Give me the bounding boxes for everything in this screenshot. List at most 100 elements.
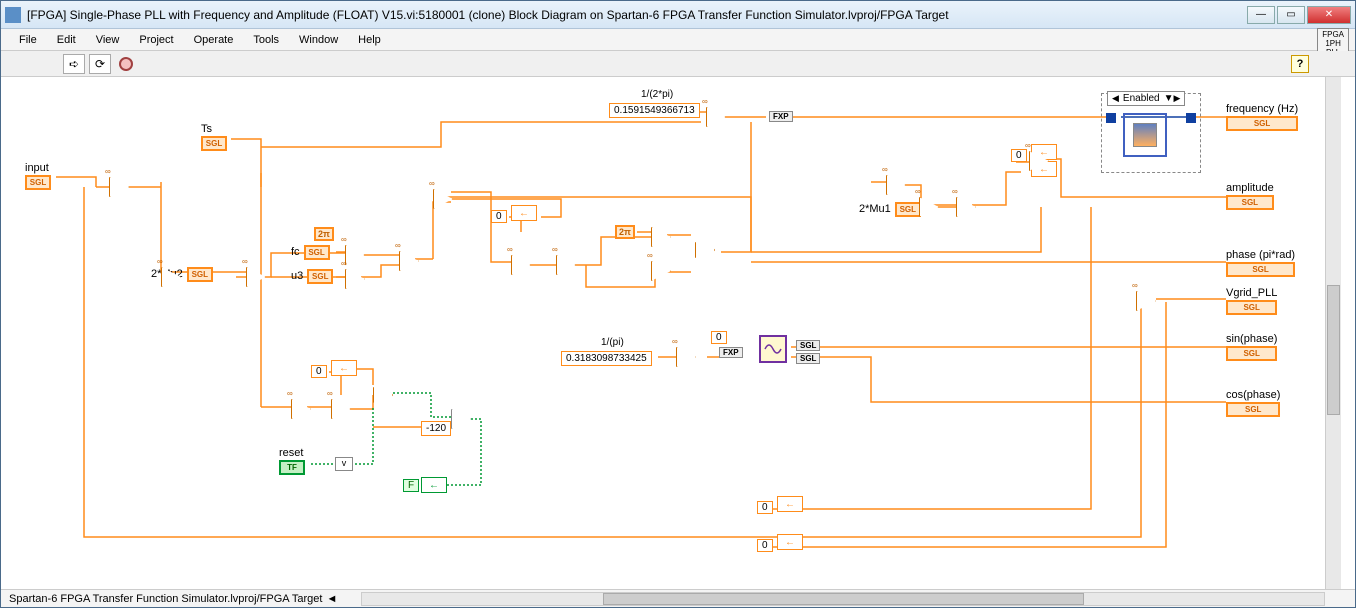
probe-mode-selector[interactable]: ◀ Enabled ▼ ▶: [1107, 91, 1185, 106]
menu-project[interactable]: Project: [131, 32, 181, 48]
zero-const-2[interactable]: 0: [311, 365, 327, 378]
feedback-node-bool[interactable]: ←: [421, 477, 447, 493]
feedback-node-2[interactable]: ←: [331, 360, 357, 376]
probe-conn-right: [1186, 113, 1196, 123]
input-type: SGL: [25, 175, 51, 190]
zero-const-3[interactable]: 0: [1011, 149, 1027, 162]
menu-view[interactable]: View: [88, 32, 128, 48]
wave-icon: [763, 339, 783, 359]
phase-type: SGL: [1226, 262, 1295, 277]
app-icon: [5, 7, 21, 23]
help-button[interactable]: ?: [1291, 55, 1309, 73]
fc-type: SGL: [304, 245, 330, 260]
add-op-1[interactable]: ∞: [399, 251, 419, 271]
abort-button[interactable]: [119, 57, 133, 71]
mu1-type: SGL: [895, 202, 921, 217]
add-op-3[interactable]: ∞: [556, 255, 576, 275]
mu1-label: 2*Mu1: [859, 203, 891, 215]
u3-terminal[interactable]: u3 SGL: [291, 269, 333, 284]
multiply-op-5[interactable]: ∞: [345, 269, 365, 289]
ts-terminal[interactable]: Ts SGL: [201, 123, 227, 151]
u3-type: SGL: [307, 269, 333, 284]
status-path: Spartan-6 FPGA Transfer Function Simulat…: [9, 593, 322, 605]
block-diagram-canvas[interactable]: input SGL Ts SGL 2*Mu2 SGL fc SGL u3 SGL: [1, 77, 1355, 589]
menu-tools[interactable]: Tools: [245, 32, 287, 48]
menu-operate[interactable]: Operate: [186, 32, 242, 48]
invpi-label: 1/(pi): [601, 337, 624, 348]
multiply-op-2[interactable]: ∞: [161, 267, 181, 287]
fc-terminal[interactable]: fc SGL: [291, 245, 330, 260]
multiply-op-6[interactable]: ∞: [511, 255, 531, 275]
zero-const-4[interactable]: 0: [757, 501, 773, 514]
feedback-node-4[interactable]: ←: [777, 496, 803, 512]
compare-op[interactable]: [651, 227, 671, 247]
reset-label: reset: [279, 447, 305, 459]
run-continuous-button[interactable]: ⟳: [89, 54, 111, 74]
multiply-op-1[interactable]: ∞: [109, 177, 129, 197]
vertical-scrollbar[interactable]: [1325, 77, 1341, 589]
probe-conn-left: [1106, 113, 1116, 123]
feedback-node-5[interactable]: ←: [777, 534, 803, 550]
sincos-function[interactable]: [759, 335, 787, 363]
twopi-const-1[interactable]: 2π: [314, 227, 334, 241]
menu-file[interactable]: File: [11, 32, 45, 48]
menu-help[interactable]: Help: [350, 32, 389, 48]
add-op-r2[interactable]: ∞: [1029, 151, 1049, 171]
multiply-vgrid[interactable]: ∞: [1136, 291, 1156, 311]
run-button[interactable]: ➪: [63, 54, 85, 74]
vgrid-terminal[interactable]: Vgrid_PLL SGL: [1226, 287, 1277, 315]
multiply-op-3[interactable]: ∞: [246, 267, 266, 287]
zero-const-6[interactable]: 0: [711, 331, 727, 344]
reset-terminal[interactable]: reset TF: [279, 447, 305, 475]
multiply-op-r1[interactable]: ∞: [886, 175, 906, 195]
multiply-ll1[interactable]: ∞: [291, 399, 311, 419]
close-button[interactable]: ✕: [1307, 6, 1351, 24]
probe-display[interactable]: [1123, 113, 1167, 157]
add-ll1[interactable]: ∞: [331, 399, 351, 419]
minimize-button[interactable]: —: [1247, 6, 1275, 24]
app-window: [FPGA] Single-Phase PLL with Frequency a…: [0, 0, 1356, 608]
cos-terminal[interactable]: cos(phase) SGL: [1226, 389, 1280, 417]
select-node-1[interactable]: [695, 239, 715, 261]
feedback-node-1[interactable]: ←: [511, 205, 537, 221]
sin-terminal[interactable]: sin(phase) SGL: [1226, 333, 1277, 361]
freq-type: SGL: [1226, 116, 1298, 131]
maximize-button[interactable]: ▭: [1277, 6, 1305, 24]
multiply-op-top[interactable]: ∞: [706, 107, 726, 127]
titlebar[interactable]: [FPGA] Single-Phase PLL with Frequency a…: [1, 1, 1355, 29]
zero-const-5[interactable]: 0: [757, 539, 773, 552]
multiply-op-r2[interactable]: ∞: [919, 197, 939, 217]
neg120-const[interactable]: -120: [421, 421, 451, 436]
ts-label: Ts: [201, 123, 227, 135]
multiply-op-mid[interactable]: ∞: [676, 347, 696, 367]
menu-window[interactable]: Window: [291, 32, 346, 48]
subtract-op-1[interactable]: ∞: [651, 261, 671, 281]
sgl-tag-1: SGL: [796, 340, 820, 351]
twopi-const-2[interactable]: 2π: [615, 225, 635, 239]
invpi-const[interactable]: 0.3183098733425: [561, 351, 652, 366]
add-op-r1[interactable]: ∞: [956, 197, 976, 217]
input-label: input: [25, 162, 51, 174]
or-node[interactable]: v: [335, 457, 353, 471]
compare-lt[interactable]: [451, 409, 471, 429]
sin-label: sin(phase): [1226, 333, 1277, 345]
chevron-down-icon: ▼: [1164, 93, 1174, 104]
hscroll-thumb[interactable]: [603, 593, 1084, 605]
select-node-2[interactable]: [373, 384, 393, 406]
inv2pi-const[interactable]: 0.1591549366713: [609, 103, 700, 118]
false-const[interactable]: F: [403, 479, 419, 492]
freq-terminal[interactable]: frequency (Hz) SGL: [1226, 103, 1298, 131]
mu1-terminal[interactable]: 2*Mu1 SGL: [859, 202, 921, 217]
input-terminal[interactable]: input SGL: [25, 162, 51, 190]
vscroll-thumb[interactable]: [1327, 285, 1340, 415]
horizontal-scrollbar[interactable]: [361, 592, 1325, 606]
add-op-2[interactable]: ∞: [433, 189, 453, 209]
amp-type: SGL: [1226, 195, 1274, 210]
amp-terminal[interactable]: amplitude SGL: [1226, 182, 1274, 210]
multiply-op-4[interactable]: ∞: [345, 245, 365, 265]
menu-edit[interactable]: Edit: [49, 32, 84, 48]
phase-terminal[interactable]: phase (pi*rad) SGL: [1226, 249, 1295, 277]
status-arrow[interactable]: ◄: [326, 593, 337, 605]
zero-const-1[interactable]: 0: [491, 210, 507, 223]
toolbar: ➪ ⟳ ?: [1, 51, 1355, 77]
